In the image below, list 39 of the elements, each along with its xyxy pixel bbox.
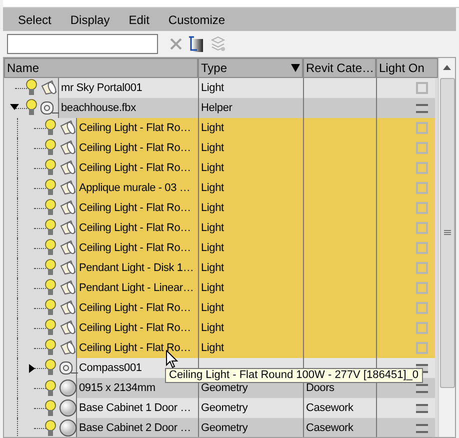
object-name: mr Sky Portal001 xyxy=(61,80,142,96)
revit-category: Doors xyxy=(306,380,334,396)
tooltip: Ceiling Light - Flat Round 100W - 277V [186451]_0 xyxy=(165,368,422,383)
object-type: Light xyxy=(201,140,224,156)
object-type: Helper xyxy=(201,100,232,116)
revit-category: Casework xyxy=(306,420,354,436)
object-type: Light xyxy=(201,220,224,236)
object-name: Ceiling Light - Flat Ro… xyxy=(79,140,191,156)
object-name: Base Cabinet 1 Door … xyxy=(79,400,191,416)
object-type: Light xyxy=(201,300,224,316)
object-name: Pendant Light - Disk 1… xyxy=(79,260,194,276)
object-type: Light xyxy=(201,160,224,176)
object-type: Light xyxy=(201,340,224,356)
object-type: Light xyxy=(201,240,224,256)
object-name: Applique murale - 03 … xyxy=(79,180,190,196)
object-name: Ceiling Light - Flat Ro… xyxy=(79,240,191,256)
object-type: Geometry xyxy=(201,380,248,396)
object-name: Ceiling Light - Flat Ro… xyxy=(79,160,191,176)
object-name: Pendant Light - Linear… xyxy=(79,280,194,296)
object-name: Ceiling Light - Flat Ro… xyxy=(79,200,191,216)
object-name: beachhouse.fbx xyxy=(61,100,136,116)
object-name: Ceiling Light - Flat Ro… xyxy=(79,300,191,316)
object-name: Ceiling Light - Flat Ro… xyxy=(79,120,191,136)
object-name: Ceiling Light - Flat Ro… xyxy=(79,220,191,236)
object-type: Light xyxy=(201,280,224,296)
object-name: Ceiling Light - Flat Ro… xyxy=(79,340,191,356)
object-type: Light xyxy=(201,80,224,96)
object-name: Ceiling Light - Flat Ro… xyxy=(79,320,191,336)
object-type: Light xyxy=(201,120,224,136)
object-type: Light xyxy=(201,320,224,336)
object-name: Base Cabinet 2 Door … xyxy=(79,420,191,436)
object-type: Geometry xyxy=(201,420,248,436)
object-type: Light xyxy=(201,200,224,216)
object-name: 0915 x 2134mm xyxy=(79,380,156,396)
revit-category: Casework xyxy=(306,400,354,416)
object-type: Light xyxy=(201,260,224,276)
object-type: Light xyxy=(201,180,224,196)
object-name: Compass001 xyxy=(79,360,142,376)
object-type: Geometry xyxy=(201,400,248,416)
